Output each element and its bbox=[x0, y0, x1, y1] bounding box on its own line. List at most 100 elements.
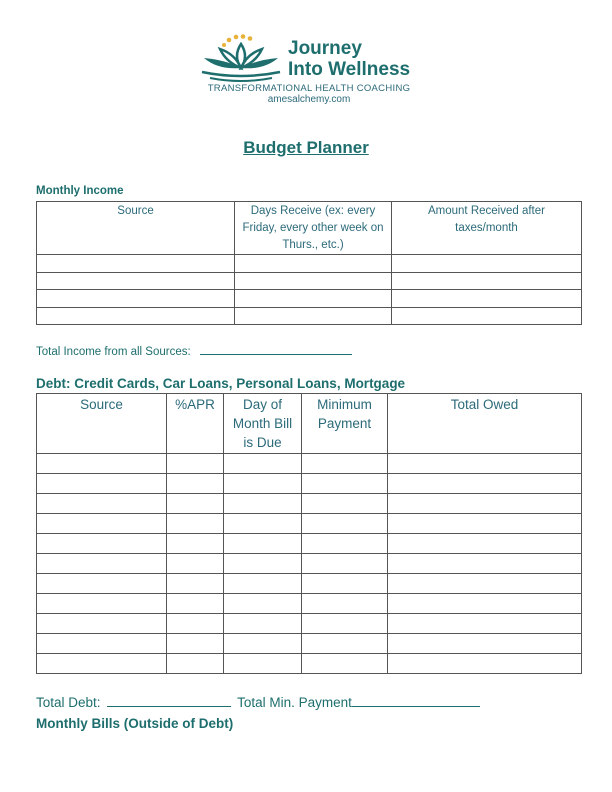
debt-cell[interactable] bbox=[36, 593, 167, 614]
debt-cell[interactable] bbox=[166, 473, 224, 494]
income-total-label: Total Income from all Sources: bbox=[36, 346, 191, 358]
income-cell[interactable] bbox=[36, 306, 235, 325]
debt-cell[interactable] bbox=[166, 653, 224, 674]
debt-cell[interactable] bbox=[166, 513, 224, 534]
debt-cell[interactable] bbox=[301, 633, 388, 654]
debt-cell[interactable] bbox=[36, 653, 167, 674]
debt-cell[interactable] bbox=[223, 493, 302, 514]
debt-cell[interactable] bbox=[223, 473, 302, 494]
debt-cell[interactable] bbox=[223, 593, 302, 614]
debt-cell[interactable] bbox=[223, 513, 302, 534]
debt-total-line: Total Debt: Total Min. Payment bbox=[36, 694, 480, 710]
income-cell[interactable] bbox=[36, 271, 235, 290]
debt-row bbox=[36, 493, 582, 514]
debt-cell[interactable] bbox=[301, 613, 388, 634]
debt-cell[interactable] bbox=[36, 453, 167, 474]
debt-cell[interactable] bbox=[301, 453, 388, 474]
debt-row bbox=[36, 533, 582, 554]
income-total-blank[interactable] bbox=[199, 342, 352, 355]
debt-cell[interactable] bbox=[387, 653, 582, 674]
debt-cell[interactable] bbox=[301, 533, 388, 554]
debt-cell[interactable] bbox=[387, 533, 582, 554]
debt-col-apr: %APR bbox=[166, 393, 224, 454]
debt-cell[interactable] bbox=[223, 653, 302, 674]
income-col-amount: Amount Received after taxes/month bbox=[391, 201, 582, 255]
debt-cell[interactable] bbox=[301, 473, 388, 494]
income-cell[interactable] bbox=[391, 254, 582, 273]
debt-cell[interactable] bbox=[166, 533, 224, 554]
debt-cell[interactable] bbox=[166, 493, 224, 514]
debt-cell[interactable] bbox=[301, 653, 388, 674]
debt-row bbox=[36, 593, 582, 614]
debt-row bbox=[36, 653, 582, 674]
debt-cell[interactable] bbox=[36, 633, 167, 654]
debt-cell[interactable] bbox=[36, 613, 167, 634]
debt-row bbox=[36, 573, 582, 594]
debt-row bbox=[36, 613, 582, 634]
total-debt-blank[interactable] bbox=[107, 694, 232, 707]
income-row bbox=[36, 254, 582, 273]
debt-row bbox=[36, 453, 582, 474]
debt-cell[interactable] bbox=[223, 453, 302, 474]
debt-cell[interactable] bbox=[223, 533, 302, 554]
debt-cell[interactable] bbox=[36, 573, 167, 594]
debt-cell[interactable] bbox=[166, 453, 224, 474]
debt-cell[interactable] bbox=[166, 553, 224, 574]
debt-cell[interactable] bbox=[36, 473, 167, 494]
debt-header-row: Source %APR Day of Month Bill is Due Min… bbox=[36, 393, 582, 454]
income-cell[interactable] bbox=[234, 254, 392, 273]
debt-cell[interactable] bbox=[36, 493, 167, 514]
debt-cell[interactable] bbox=[301, 553, 388, 574]
debt-cell[interactable] bbox=[223, 633, 302, 654]
debt-cell[interactable] bbox=[387, 553, 582, 574]
debt-col-due-day: Day of Month Bill is Due bbox=[223, 393, 302, 454]
income-cell[interactable] bbox=[234, 289, 392, 308]
brand-website: amesalchemy.com bbox=[267, 94, 351, 105]
income-table: Source Days Receive (ex: every Friday, e… bbox=[36, 201, 582, 325]
income-cell[interactable] bbox=[234, 271, 392, 290]
income-cell[interactable] bbox=[391, 271, 582, 290]
debt-table: Source %APR Day of Month Bill is Due Min… bbox=[36, 393, 582, 674]
debt-cell[interactable] bbox=[387, 633, 582, 654]
debt-cell[interactable] bbox=[36, 513, 167, 534]
debt-row bbox=[36, 473, 582, 494]
income-cell[interactable] bbox=[391, 306, 582, 325]
debt-cell[interactable] bbox=[387, 593, 582, 614]
debt-cell[interactable] bbox=[166, 613, 224, 634]
debt-cell[interactable] bbox=[166, 573, 224, 594]
total-min-payment-blank[interactable] bbox=[351, 694, 480, 707]
debt-cell[interactable] bbox=[387, 473, 582, 494]
debt-col-source: Source bbox=[36, 393, 167, 454]
debt-cell[interactable] bbox=[223, 573, 302, 594]
total-debt-label: Total Debt: bbox=[36, 695, 101, 710]
debt-cell[interactable] bbox=[36, 553, 167, 574]
debt-heading: Debt: Credit Cards, Car Loans, Personal … bbox=[36, 376, 406, 391]
debt-cell[interactable] bbox=[387, 573, 582, 594]
debt-cell[interactable] bbox=[223, 613, 302, 634]
page-title: Budget Planner bbox=[243, 138, 369, 157]
income-cell[interactable] bbox=[234, 306, 392, 325]
debt-cell[interactable] bbox=[387, 513, 582, 534]
logo: Journey Into Wellness TRANSFORMATIONAL H… bbox=[196, 34, 426, 105]
debt-cell[interactable] bbox=[301, 573, 388, 594]
debt-cell[interactable] bbox=[166, 633, 224, 654]
income-total-line: Total Income from all Sources: bbox=[36, 342, 352, 358]
lotus-icon bbox=[201, 34, 281, 82]
bills-heading: Monthly Bills (Outside of Debt) bbox=[36, 716, 234, 731]
debt-cell[interactable] bbox=[301, 493, 388, 514]
income-cell[interactable] bbox=[391, 289, 582, 308]
income-row bbox=[36, 306, 582, 325]
debt-cell[interactable] bbox=[301, 513, 388, 534]
debt-col-total-owed: Total Owed bbox=[387, 393, 582, 454]
debt-cell[interactable] bbox=[301, 593, 388, 614]
debt-cell[interactable] bbox=[387, 493, 582, 514]
debt-cell[interactable] bbox=[36, 533, 167, 554]
debt-cell[interactable] bbox=[387, 613, 582, 634]
income-cell[interactable] bbox=[36, 289, 235, 308]
income-cell[interactable] bbox=[36, 254, 235, 273]
debt-cell[interactable] bbox=[223, 553, 302, 574]
income-heading: Monthly Income bbox=[36, 185, 124, 197]
debt-cell[interactable] bbox=[166, 593, 224, 614]
debt-row bbox=[36, 513, 582, 534]
debt-cell[interactable] bbox=[387, 453, 582, 474]
